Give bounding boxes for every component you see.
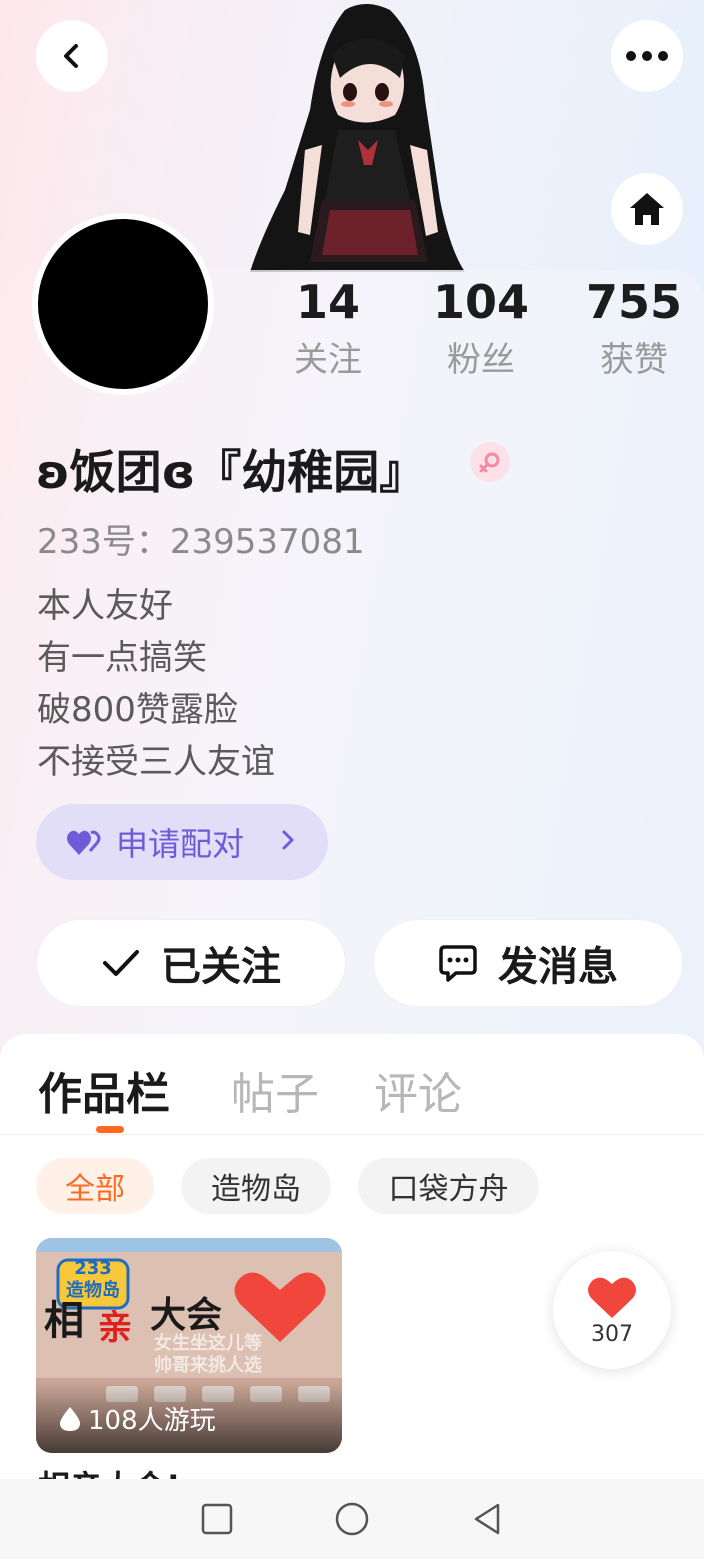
stat-following-count: 14 <box>295 275 360 329</box>
stat-following-label: 关注 <box>294 340 362 380</box>
stat-fans-label: 粉丝 <box>447 340 515 380</box>
chevron-left-icon <box>64 44 78 68</box>
back-triangle-icon[interactable] <box>470 1501 504 1537</box>
like-button[interactable]: 307 <box>553 1251 671 1369</box>
back-button[interactable] <box>36 20 108 92</box>
tab-works[interactable]: 作品栏 <box>38 1058 170 1122</box>
like-count: 307 <box>591 1321 633 1347</box>
filter-pocket-ark[interactable]: 口袋方舟 <box>358 1158 539 1214</box>
heart-icon <box>588 1277 636 1318</box>
avatar[interactable] <box>32 213 214 395</box>
divider <box>0 1134 704 1135</box>
double-heart-icon <box>67 830 101 855</box>
thumb-title-right: 大会 <box>150 1295 223 1336</box>
play-count-label: 108人游玩 <box>88 1406 216 1436</box>
bio: 本人友好 有一点搞笑 破800赞露脸 不接受三人友谊 <box>37 580 275 788</box>
stat-fans-count: 104 <box>432 275 530 329</box>
bio-line: 破800赞露脸 <box>37 690 238 730</box>
stat-likes-count: 755 <box>585 275 683 329</box>
play-count: 108人游玩 <box>58 1400 216 1437</box>
tab-posts[interactable]: 帖子 <box>231 1058 319 1122</box>
more-button[interactable] <box>611 20 683 92</box>
thumb-title-left: 相 <box>44 1298 84 1344</box>
stat-likes[interactable]: 755 获赞 <box>564 275 704 385</box>
recent-apps-icon[interactable] <box>200 1502 234 1536</box>
stat-likes-label: 获赞 <box>600 340 668 380</box>
apply-match-button[interactable]: 申请配对 <box>36 804 328 880</box>
profile-name: ʚ饭团ɞ『幼稚园』 <box>36 445 426 499</box>
profile-3d-avatar-image <box>250 4 465 272</box>
more-dots-icon <box>626 51 668 61</box>
thumb-title-red: 亲 <box>98 1308 132 1348</box>
followed-button[interactable]: 已关注 <box>36 919 346 1007</box>
followed-label: 已关注 <box>161 944 281 990</box>
work-title[interactable]: 相亲大会! <box>38 1462 181 1480</box>
home-icon <box>630 193 664 225</box>
chat-bubble-icon <box>439 945 477 982</box>
user-id: 233号：239537081 <box>37 522 365 562</box>
bio-line: 有一点搞笑 <box>37 638 207 678</box>
stat-fans[interactable]: 104 粉丝 <box>411 275 551 385</box>
system-nav-bar <box>0 1479 704 1559</box>
thumb-caption: 女生坐这儿等 <box>154 1333 262 1354</box>
filter-creation-island[interactable]: 造物岛 <box>181 1158 331 1214</box>
stat-following[interactable]: 14 关注 <box>258 275 398 385</box>
female-icon <box>470 442 510 482</box>
filter-all[interactable]: 全部 <box>36 1158 154 1214</box>
tab-indicator <box>96 1126 124 1133</box>
work-card[interactable]: 233 造物岛 相 亲 大会 女生坐这儿等 帅哥来挑人选 108人游玩 <box>36 1238 342 1453</box>
bio-line: 不接受三人友谊 <box>37 742 275 782</box>
home-button[interactable] <box>611 173 683 245</box>
tab-comments[interactable]: 评论 <box>374 1058 462 1122</box>
apply-match-label: 申请配对 <box>116 825 245 863</box>
bio-line: 本人友好 <box>37 586 173 626</box>
home-circle-icon[interactable] <box>334 1501 370 1537</box>
chevron-right-icon <box>282 830 294 850</box>
check-icon <box>103 950 139 976</box>
send-message-label: 发消息 <box>498 944 618 990</box>
drop-icon <box>60 1406 80 1431</box>
thumb-caption: 帅哥来挑人选 <box>154 1355 262 1376</box>
send-message-button[interactable]: 发消息 <box>373 919 683 1007</box>
